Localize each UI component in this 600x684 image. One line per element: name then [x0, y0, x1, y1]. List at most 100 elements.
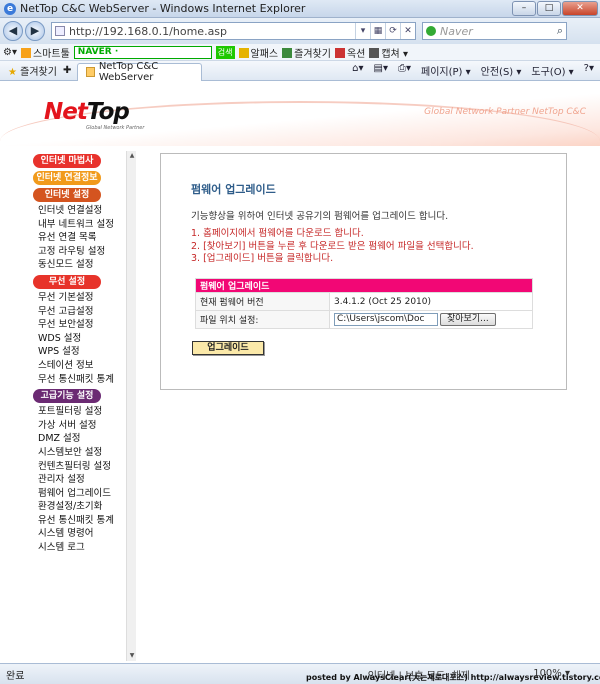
forward-button[interactable]: ▶: [25, 21, 45, 41]
sidebar-item[interactable]: 가상 서버 설정: [30, 419, 126, 433]
search-icon[interactable]: ⌕: [557, 24, 563, 38]
links-toolbar: ⚙▾ 스마트툴 NAVER · 검색 알패스 즐겨찾기 옥션 캡쳐 ▾: [0, 44, 600, 61]
naver-search-button[interactable]: 검색: [215, 45, 235, 59]
favorites-link-button[interactable]: 즐겨찾기: [282, 45, 331, 60]
naver-search-input[interactable]: NAVER ·: [73, 45, 212, 59]
step-1: 1. 홈페이지에서 펌웨어를 다운로드 합니다.: [191, 228, 364, 239]
menu-wireless-settings[interactable]: 무선 설정: [33, 274, 101, 289]
table-row: 현재 펌웨어 버전 3.4.1.2 (Oct 25 2010): [195, 292, 533, 311]
table-header: 펌웨어 업그레이드: [195, 278, 533, 293]
back-button[interactable]: ◀: [3, 21, 23, 41]
firmware-panel: 펌웨어 업그레이드 기능향상을 위하여 인터넷 공유기의 펌웨어를 업그레이드 …: [160, 153, 567, 390]
sidebar-item[interactable]: 고정 라우팅 설정: [30, 245, 126, 259]
sidebar-item[interactable]: 유선 연결 목록: [30, 231, 126, 245]
page-viewport: NetTop Global Network Partner Global Net…: [0, 81, 600, 663]
address-bar[interactable]: http://192.168.0.1/home.asp ▾ ▦ ⟳ ✕: [51, 22, 416, 40]
auction-button[interactable]: 옥션: [334, 45, 365, 60]
step-2: 2. [찾아보기] 버튼을 누른 후 다운로드 받은 펌웨어 파일을 선택합니다…: [191, 240, 474, 252]
home-icon: [20, 47, 31, 58]
window-titlebar: e NetTop C&C WebServer - Windows Interne…: [0, 0, 600, 18]
sidebar-item[interactable]: 인터넷 연결설정: [30, 204, 126, 218]
command-safety[interactable]: 안전(S) ▾: [481, 63, 522, 78]
firmware-table: 펌웨어 업그레이드 현재 펌웨어 버전 3.4.1.2 (Oct 25 2010…: [195, 278, 533, 329]
scroll-up-icon[interactable]: ▲: [127, 151, 137, 161]
sidebar-item[interactable]: 시스템보안 설정: [30, 446, 126, 460]
maximize-button[interactable]: □: [537, 1, 561, 16]
minimize-button[interactable]: –: [512, 1, 536, 16]
step-3: 3. [업그레이드] 버튼을 클릭합니다.: [191, 253, 334, 264]
ie-logo-icon: e: [4, 2, 16, 15]
tab-title: NetTop C&C WebServer: [98, 61, 159, 83]
feeds-command-icon[interactable]: ▤▾: [374, 63, 388, 78]
file-location-label: 파일 위치 설정:: [195, 310, 330, 329]
browse-button[interactable]: 찾아보기...: [440, 313, 496, 326]
sidebar-item[interactable]: 유선 통신패킷 통계: [30, 514, 126, 528]
sidebar-menu: 인터넷 마법사 인터넷 연결정보 인터넷 설정 인터넷 연결설정 내부 네트워크…: [30, 151, 136, 661]
auction-icon: [334, 47, 345, 58]
tab-nettop[interactable]: NetTop C&C WebServer: [77, 61, 203, 83]
compat-view-icon[interactable]: ▦: [370, 23, 385, 39]
add-favorite-icon: [282, 47, 293, 58]
logo-subtitle: Global Network Partner: [86, 125, 145, 131]
help-icon[interactable]: ?▾: [584, 63, 594, 78]
sidebar-item[interactable]: 무선 보안설정: [30, 318, 126, 332]
favorites-star-icon: ★: [8, 67, 17, 78]
smart-toolbar-button[interactable]: 스마트툴: [20, 45, 70, 60]
toolbar-options-icon[interactable]: ⚙▾: [3, 47, 17, 58]
favorites-button[interactable]: ★ 즐겨찾기: [0, 63, 63, 78]
menu-advanced-settings[interactable]: 고급기능 설정: [33, 389, 101, 404]
command-bar: ⌂▾ ▤▾ ⎙▾ 페이지(P) ▾ 안전(S) ▾ 도구(O) ▾ ?▾: [352, 63, 600, 78]
address-url[interactable]: http://192.168.0.1/home.asp: [69, 25, 227, 38]
sidebar-item[interactable]: 포트필터링 설정: [30, 405, 126, 419]
close-button[interactable]: ✕: [562, 1, 598, 16]
capture-icon: [369, 47, 380, 58]
menu-internet-settings[interactable]: 인터넷 설정: [33, 188, 101, 202]
sidebar-item[interactable]: 내부 네트워크 설정: [30, 218, 126, 232]
sidebar-item[interactable]: 환경설정/초기화: [30, 500, 126, 514]
sidebar-scrollbar[interactable]: ▲ ▼: [126, 151, 136, 661]
menu-internet-info[interactable]: 인터넷 연결정보: [33, 171, 101, 185]
command-page[interactable]: 페이지(P) ▾: [421, 63, 471, 78]
sidebar-item[interactable]: 동신모드 설정: [30, 258, 126, 272]
sidebar-item-firmware-upgrade[interactable]: 펌웨어 업그레이드: [30, 487, 126, 501]
sidebar-item[interactable]: 무선 통신패킷 통계: [30, 373, 126, 387]
sidebar-item[interactable]: 시스템 로그: [30, 541, 126, 555]
address-dropdown-icon[interactable]: ▾: [355, 23, 370, 39]
table-row: 파일 위치 설정: C:\Users\jscom\Doc 찾아보기...: [195, 310, 533, 329]
upgrade-button[interactable]: 업그레이드: [192, 341, 264, 355]
sidebar-item[interactable]: WPS 설정: [30, 345, 126, 359]
print-command-icon[interactable]: ⎙▾: [398, 63, 411, 78]
scroll-down-icon[interactable]: ▼: [127, 651, 137, 661]
favorites-add-icon[interactable]: ✚: [63, 65, 71, 76]
alpass-button[interactable]: 알패스: [238, 45, 278, 60]
key-icon: [238, 47, 249, 58]
banner-tagline: Global Network Partner NetTop C&C: [424, 107, 586, 117]
home-command-icon[interactable]: ⌂▾: [352, 63, 363, 78]
instruction-steps: 1. 홈페이지에서 펌웨어를 다운로드 합니다. 2. [찾아보기] 버튼을 누…: [191, 228, 474, 266]
status-text: 완료: [6, 670, 25, 682]
search-provider-icon: [426, 26, 436, 36]
search-box[interactable]: Naver ⌕: [422, 22, 567, 40]
search-placeholder[interactable]: Naver: [440, 25, 473, 38]
address-toolbar: ◀ ▶ http://192.168.0.1/home.asp ▾ ▦ ⟳ ✕ …: [0, 18, 600, 44]
sidebar-item[interactable]: 관리자 설정: [30, 473, 126, 487]
refresh-icon[interactable]: ⟳: [385, 23, 400, 39]
sidebar-item[interactable]: 컨텐츠필터링 설정: [30, 460, 126, 474]
sidebar-item[interactable]: 스테이션 정보: [30, 359, 126, 373]
current-version-value: 3.4.1.2 (Oct 25 2010): [329, 292, 533, 311]
menu-internet-wizard[interactable]: 인터넷 마법사: [33, 154, 101, 168]
sidebar-item[interactable]: 무선 기본설정: [30, 291, 126, 305]
site-banner: NetTop Global Network Partner Global Net…: [0, 81, 600, 146]
file-path-input[interactable]: C:\Users\jscom\Doc: [334, 313, 438, 326]
capture-button[interactable]: 캡쳐 ▾: [369, 45, 408, 60]
tab-page-icon: [86, 67, 95, 77]
command-tools[interactable]: 도구(O) ▾: [531, 63, 573, 78]
watermark-credit: posted by AlwaysClear(大는재로대포스) http://al…: [306, 673, 600, 682]
page-title: 펌웨어 업그레이드: [191, 183, 276, 196]
sidebar-item[interactable]: WDS 설정: [30, 332, 126, 346]
sidebar-item[interactable]: DMZ 설정: [30, 432, 126, 446]
sidebar-item[interactable]: 시스템 명령어: [30, 527, 126, 541]
sidebar-item[interactable]: 무선 고급설정: [30, 305, 126, 319]
stop-icon[interactable]: ✕: [400, 23, 415, 39]
page-description: 기능향상을 위하여 인터넷 공유기의 펌웨어를 업그레이드 합니다.: [191, 211, 449, 222]
